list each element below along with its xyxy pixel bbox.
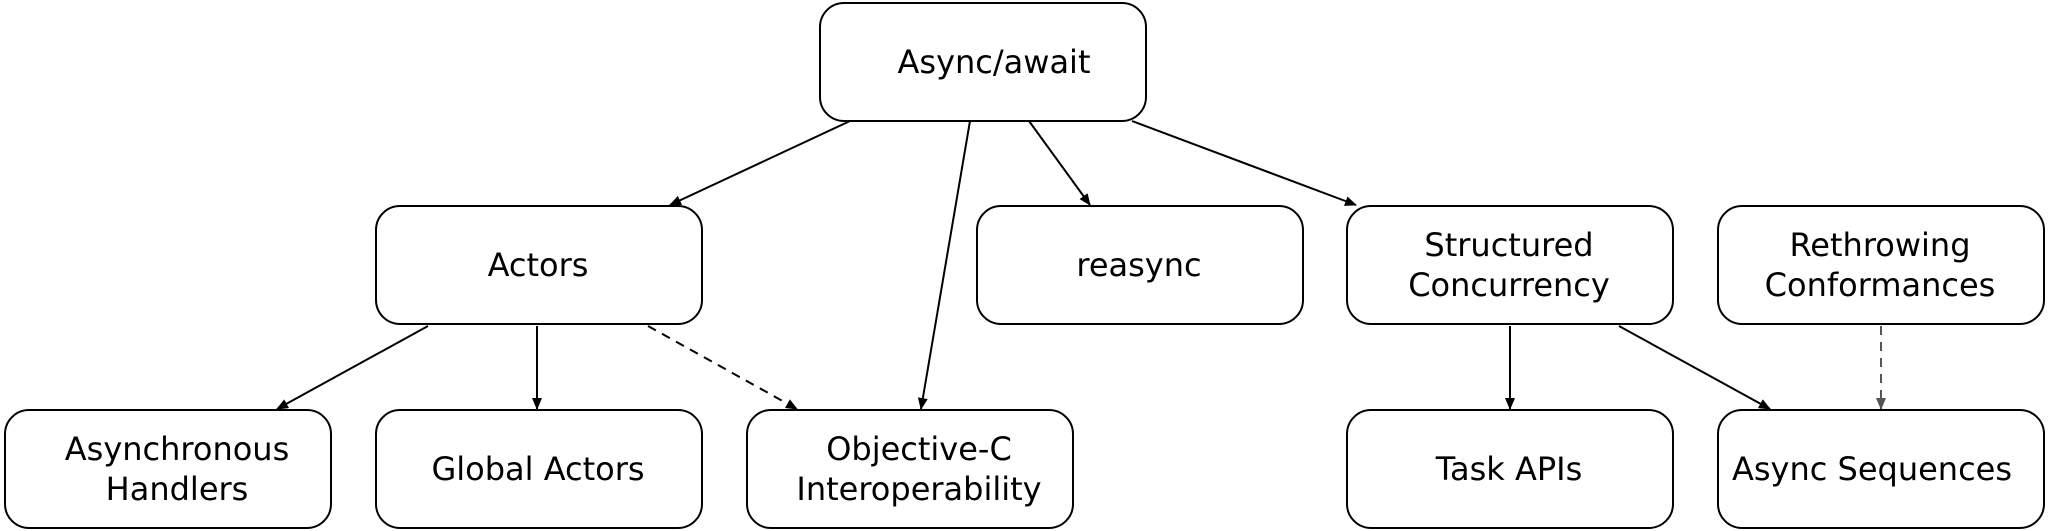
edge-actors-to-objective-c-interoperability (647, 325, 798, 410)
node-box (1717, 205, 2045, 325)
node-box (746, 409, 1074, 529)
node-label: Objective-C (826, 430, 1012, 468)
diagram-canvas: Async/await Actors reasync StructuredConcur… (4, 2, 2045, 529)
dependency-diagram: Async/await Actors reasync Structured Concur… (0, 0, 2048, 531)
node-label: Handlers (106, 470, 249, 508)
edge-async-await-to-reasync (1028, 120, 1091, 206)
node-label: Actors (488, 246, 589, 284)
node-label: Async/await (898, 43, 1091, 81)
edge-async-await-to-structured-concurrency (1131, 120, 1357, 206)
node-async-sequences: Async Sequences (1717, 409, 2045, 529)
node-actors: Actors (375, 205, 703, 325)
edge-actors-to-asynchronous-handlers (276, 325, 429, 410)
node-async-await: Async/await (819, 2, 1147, 122)
node-label: Interoperability (796, 470, 1041, 508)
edge-async-await-to-objective-c-interoperability (917, 120, 971, 410)
node-label: Structured (1424, 226, 1593, 264)
node-rethrowing-conformances: RethrowingConformances (1717, 205, 2045, 325)
node-task-apis: Task APIs (1346, 409, 1674, 529)
node-label: Task APIs (1435, 450, 1583, 488)
node-box (1346, 205, 1674, 325)
edge-structured-concurrency-to-async-sequences (1618, 325, 1771, 410)
node-label: Asynchronous (65, 430, 290, 468)
node-box (4, 409, 332, 529)
node-label: Conformances (1765, 266, 1996, 304)
node-label: Concurrency (1408, 266, 1610, 304)
node-label: Rethrowing (1790, 226, 1971, 264)
node-label: Global Actors (431, 450, 644, 488)
node-asynchronous-handlers: AsynchronousHandlers (4, 409, 332, 529)
node-global-actors: Global Actors (375, 409, 703, 529)
node-reasync: reasync (976, 205, 1304, 325)
edge-async-await-to-actors (669, 120, 851, 206)
node-objective-c-interoperability: Objective-CInteroperability (746, 409, 1074, 529)
node-label: Async Sequences (1732, 450, 2012, 488)
node-label: reasync (1076, 246, 1201, 284)
node-structured-concurrency: StructuredConcurrency (1346, 205, 1674, 325)
